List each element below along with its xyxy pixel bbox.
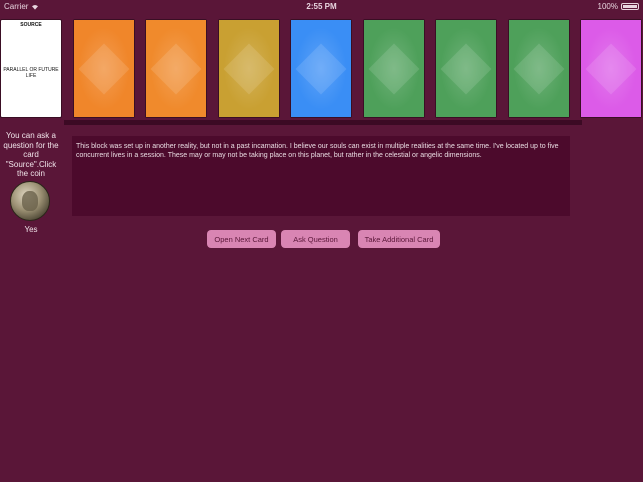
source-card[interactable]: SOURCE PARALLEL OR FUTURE LIFE	[0, 19, 62, 118]
coin-face-icon	[22, 191, 38, 211]
open-next-card-button[interactable]: Open Next Card	[207, 230, 276, 248]
status-time: 2:55 PM	[306, 2, 337, 11]
battery-label: 100%	[597, 2, 618, 11]
card-message: This block was set up in another reality…	[72, 136, 570, 216]
card-back-7[interactable]	[508, 19, 570, 118]
card-back-5[interactable]	[363, 19, 425, 118]
card-back-8[interactable]	[580, 19, 642, 118]
ask-question-button[interactable]: Ask Question	[281, 230, 350, 248]
take-additional-card-button[interactable]: Take Additional Card	[358, 230, 440, 248]
status-bar: Carrier 2:55 PM 100%	[0, 0, 643, 14]
card-back-6[interactable]	[435, 19, 497, 118]
coin-answer: Yes	[24, 225, 38, 234]
card-back-1[interactable]	[73, 19, 135, 118]
card-strip-divider	[64, 120, 582, 125]
card-back-3[interactable]	[218, 19, 280, 118]
source-card-label: PARALLEL OR FUTURE LIFE	[3, 67, 59, 79]
battery-icon	[621, 3, 639, 10]
coin-icon[interactable]	[10, 181, 50, 221]
ask-prompt-text: You can ask a question for the card "Sou…	[3, 131, 59, 178]
source-card-title: SOURCE	[20, 22, 42, 28]
card-back-2[interactable]	[145, 19, 207, 118]
card-back-4[interactable]	[290, 19, 352, 118]
battery-indicator: 100%	[598, 2, 639, 11]
